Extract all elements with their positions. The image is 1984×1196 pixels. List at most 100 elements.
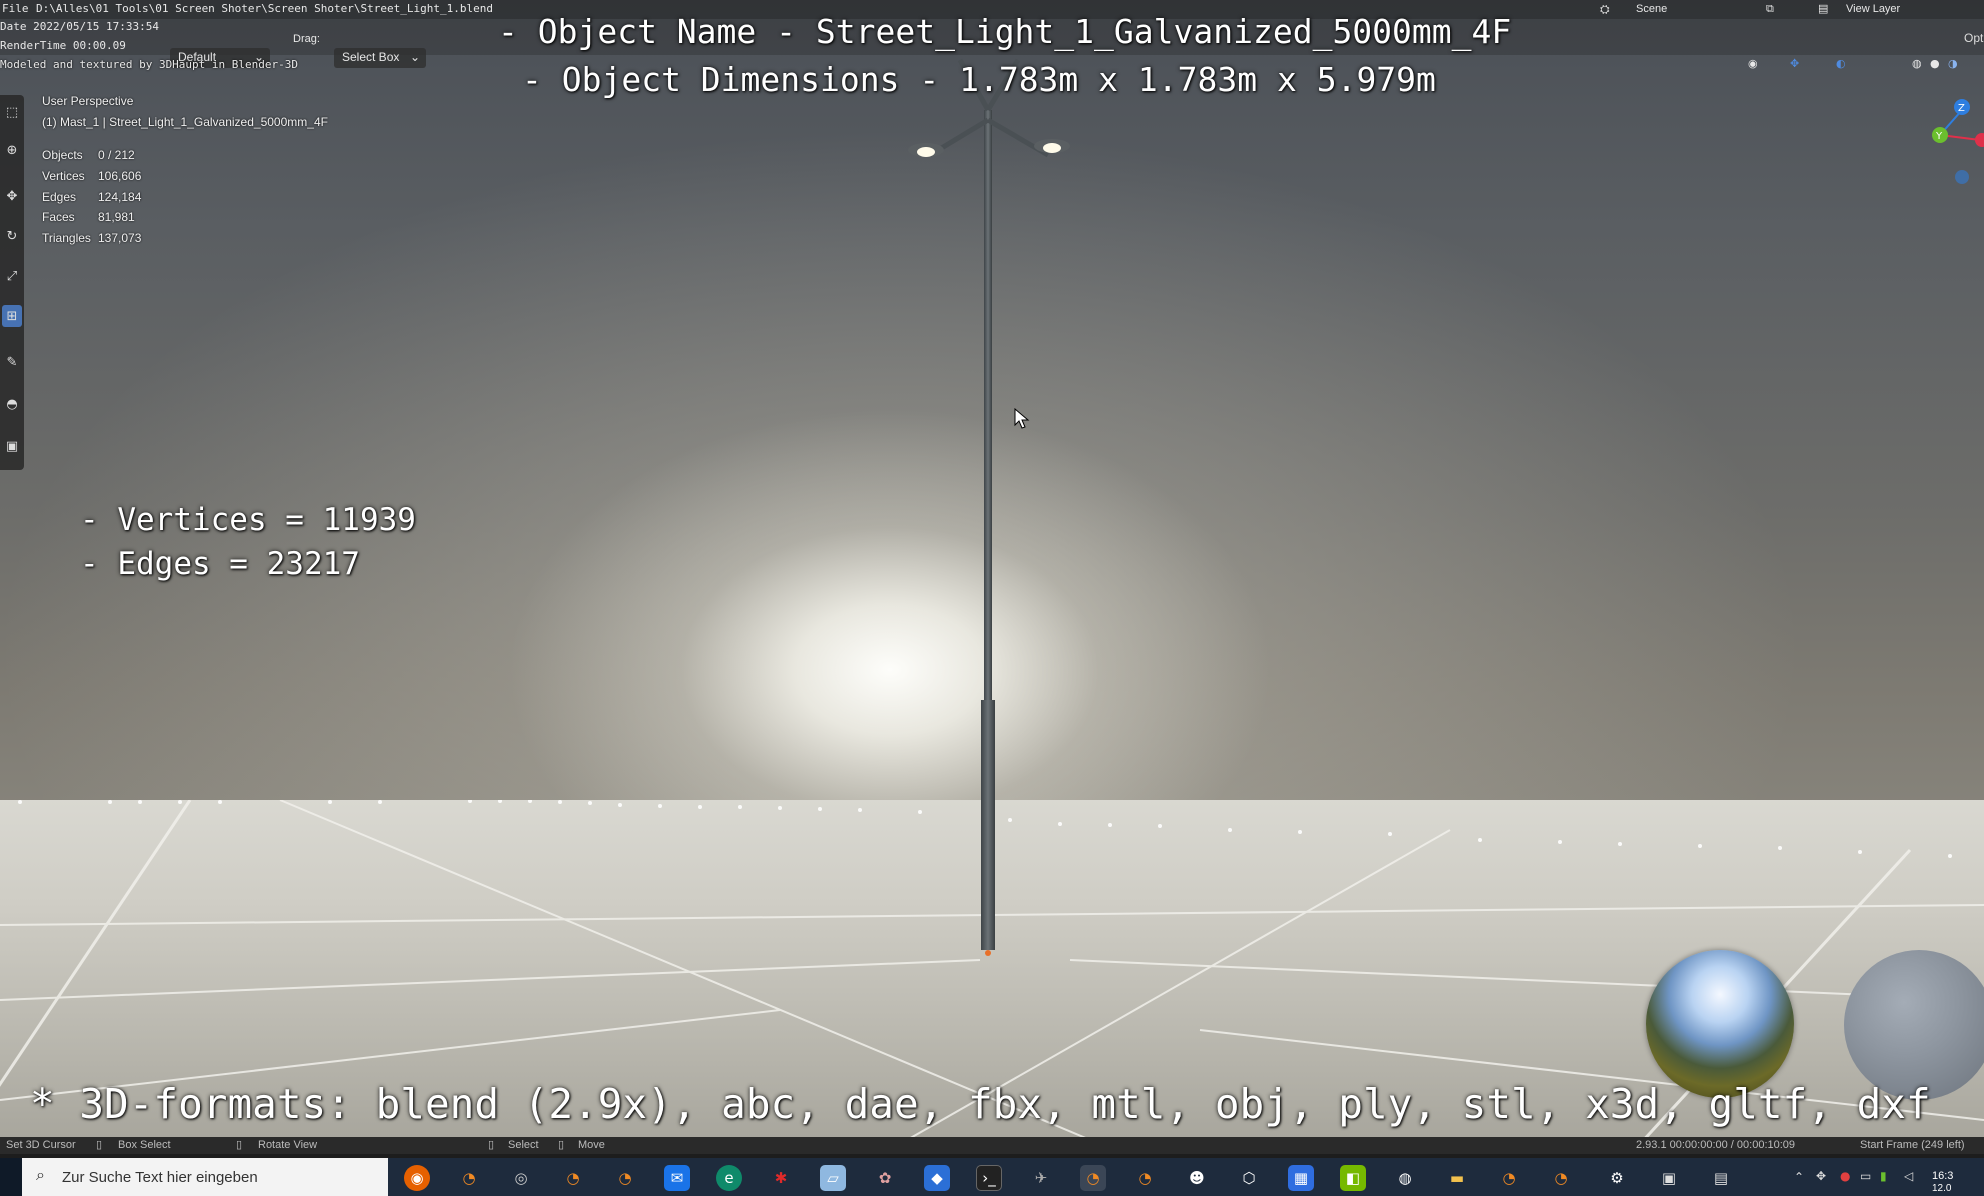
mouse-left-icon: ▯ xyxy=(96,1139,103,1151)
window-app-icon[interactable]: ▤ xyxy=(1708,1165,1734,1191)
tool-icon[interactable]: ✈ xyxy=(1028,1165,1054,1191)
cube-icon[interactable]: ⬡ xyxy=(1236,1165,1262,1191)
street-light-model[interactable] xyxy=(890,40,1090,960)
nvidia-icon[interactable]: ◧ xyxy=(1340,1165,1366,1191)
chevron-up-icon[interactable]: ⌃ xyxy=(1794,1170,1804,1184)
blender-icon[interactable]: ◔ xyxy=(1496,1165,1522,1191)
object-dimensions-caption: - Object Dimensions - 1.783m x 1.783m x … xyxy=(522,60,1436,99)
stamp-date: Date 2022/05/15 17:33:54 xyxy=(0,20,159,33)
measure-tool-icon[interactable]: ◓ xyxy=(2,393,22,415)
blender-icon[interactable]: ◔ xyxy=(560,1165,586,1191)
scene-icon[interactable]: ⛭ xyxy=(1600,2,1616,16)
stat-label: Edges xyxy=(42,190,77,204)
overlay-toggle-icon[interactable]: ◐ xyxy=(1836,57,1846,70)
firefox-icon[interactable]: ◉ xyxy=(404,1165,430,1191)
active-object-label: (1) Mast_1 | Street_Light_1_Galvanized_5… xyxy=(42,115,328,129)
status-rotate-view: Rotate View xyxy=(258,1139,318,1151)
transform-tool-icon[interactable]: ⊞ xyxy=(2,305,22,327)
select-box-tool-icon[interactable]: ⬚ xyxy=(2,101,22,123)
wireframe-shading-icon[interactable]: ◍ xyxy=(1912,57,1922,70)
drag-dropdown[interactable]: Select Box ⌄ xyxy=(334,48,426,68)
chevron-down-icon: ⌄ xyxy=(409,50,420,64)
gizmo-toggle-icon[interactable]: ✥ xyxy=(1790,57,1799,70)
tray-antivirus-icon[interactable]: ● xyxy=(1840,1169,1850,1183)
calendar-icon[interactable]: ▦ xyxy=(1288,1165,1314,1191)
view-layer-name[interactable]: View Layer xyxy=(1846,3,1900,15)
stamp-render-time: RenderTime 00:00.09 xyxy=(0,39,126,52)
hdri-preview-sphere xyxy=(1646,950,1794,1098)
mouse-cursor-icon xyxy=(1014,408,1030,429)
tray-battery-icon[interactable]: ▮ xyxy=(1880,1169,1887,1183)
mouse-middle-icon: ▯ xyxy=(236,1139,243,1151)
scale-tool-icon[interactable]: ⤢ xyxy=(2,265,22,287)
folder-icon[interactable]: ▬ xyxy=(1444,1165,1470,1191)
settings-app-icon[interactable]: ◍ xyxy=(1392,1165,1418,1191)
volume-icon[interactable]: ◁ xyxy=(1904,1169,1913,1183)
stat-triangles: Triangles 137,073 xyxy=(42,231,141,245)
stat-faces: Faces 81,981 xyxy=(42,210,135,224)
stat-value: 124,184 xyxy=(98,190,142,204)
blender-active-icon[interactable]: ◔ xyxy=(1080,1165,1106,1191)
network-app-icon[interactable]: ▣ xyxy=(1656,1165,1682,1191)
status-move: Move xyxy=(578,1139,605,1151)
status-version-time: 2.93.1 00:00:00:00 / 00:00:10:09 xyxy=(1636,1139,1796,1151)
blender-icon[interactable]: ◔ xyxy=(456,1165,482,1191)
blender-icon[interactable]: ◔ xyxy=(1548,1165,1574,1191)
view-perspective-label: User Perspective xyxy=(42,94,134,108)
app-icon[interactable]: ✱ xyxy=(768,1165,794,1191)
drag-label: Drag: xyxy=(293,33,320,45)
stat-value: 0 / 212 xyxy=(98,148,135,162)
mail-icon[interactable]: ✉ xyxy=(664,1165,690,1191)
move-tool-icon[interactable]: ✥ xyxy=(2,185,22,207)
search-placeholder: Zur Suche Text hier eingeben xyxy=(62,1168,258,1186)
navigation-gizmo[interactable]: Z Y xyxy=(1920,95,1984,195)
terminal-icon[interactable]: ›_ xyxy=(976,1165,1002,1191)
gizmo-y-label: Y xyxy=(1935,131,1943,142)
gear-icon[interactable]: ⚙ xyxy=(1604,1165,1630,1191)
scene-name[interactable]: Scene xyxy=(1636,3,1667,15)
view-layer-icon[interactable]: ▤ xyxy=(1818,2,1828,15)
stat-objects: Objects 0 / 212 xyxy=(42,148,135,162)
rotate-tool-icon[interactable]: ↻ xyxy=(2,225,22,247)
status-set-cursor: Set 3D Cursor xyxy=(6,1139,76,1151)
drag-value: Select Box xyxy=(342,50,400,64)
paint-icon[interactable]: ✿ xyxy=(872,1165,898,1191)
edge-icon[interactable]: e xyxy=(716,1165,742,1191)
stat-label: Vertices xyxy=(42,169,85,183)
object-name-caption: - Object Name - Street_Light_1_Galvanize… xyxy=(498,12,1512,51)
solid-shading-icon[interactable]: ● xyxy=(1930,57,1940,70)
obs-icon[interactable]: ◎ xyxy=(508,1165,534,1191)
clock-time[interactable]: 16:3 xyxy=(1932,1170,1953,1182)
tool-shelf: ⬚ ⊕ ✥ ↻ ⤢ ⊞ ✎ ◓ ▣ xyxy=(0,95,24,470)
stat-label: Triangles xyxy=(42,231,91,245)
stat-value: 106,606 xyxy=(98,169,142,183)
tray-device-icon[interactable]: ▭ xyxy=(1860,1169,1871,1183)
stat-edges: Edges 124,184 xyxy=(42,190,141,204)
notepad-icon[interactable]: ▱ xyxy=(820,1165,846,1191)
annotate-tool-icon[interactable]: ✎ xyxy=(2,351,22,373)
menu-file[interactable]: File xyxy=(2,2,29,15)
cursor-tool-icon[interactable]: ⊕ xyxy=(2,139,22,161)
options-button[interactable]: Options xyxy=(1964,31,1984,45)
blender-icon[interactable]: ◔ xyxy=(1132,1165,1158,1191)
start-button[interactable] xyxy=(0,1158,22,1196)
clock-date[interactable]: 12.0 xyxy=(1932,1183,1951,1194)
panda-icon[interactable]: ☻ xyxy=(1184,1165,1210,1191)
visibility-icon[interactable]: ◉ xyxy=(1748,57,1758,70)
taskbar-search-box[interactable]: ⌕ Zur Suche Text hier eingeben xyxy=(22,1158,388,1196)
tray-icon[interactable]: ✥ xyxy=(1816,1169,1826,1183)
blender-icon[interactable]: ◔ xyxy=(612,1165,638,1191)
vertices-caption: - Vertices = 11939 xyxy=(80,502,416,538)
material-preview-sphere xyxy=(1844,950,1984,1100)
stamp-credit: Modeled and textured by 3DHaupt in Blend… xyxy=(0,58,299,71)
new-scene-icon[interactable]: ⧉ xyxy=(1766,2,1774,16)
mouse-left-icon: ▯ xyxy=(488,1139,495,1151)
status-box-select: Box Select xyxy=(118,1139,171,1151)
gizmo-z-label: Z xyxy=(1958,103,1965,114)
stat-label: Faces xyxy=(42,210,75,224)
chat-icon[interactable]: ◆ xyxy=(924,1165,950,1191)
status-bar: Set 3D Cursor ▯ Box Select ▯ Rotate View… xyxy=(0,1137,1984,1154)
material-shading-icon[interactable]: ◑ xyxy=(1948,57,1958,70)
add-cube-tool-icon[interactable]: ▣ xyxy=(2,435,22,457)
mouse-right-icon: ▯ xyxy=(558,1139,565,1151)
